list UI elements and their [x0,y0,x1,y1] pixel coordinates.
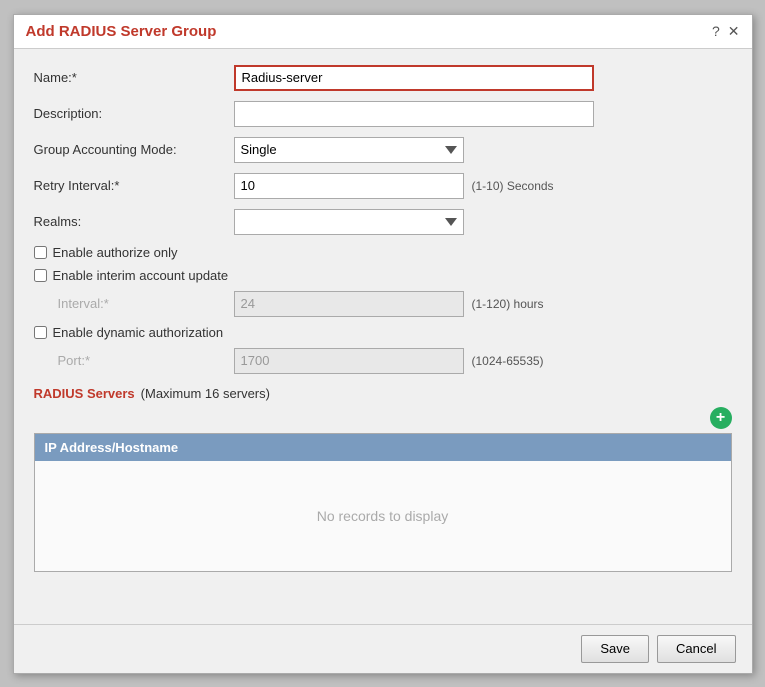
interval-hint: (1-120) hours [472,297,544,311]
dialog-footer: Save Cancel [14,624,752,673]
dialog-titlebar: Add RADIUS Server Group ? ✕ [14,15,752,49]
interval-control-wrap: (1-120) hours [234,291,732,317]
dialog-title: Add RADIUS Server Group [26,23,217,40]
port-input[interactable] [234,348,464,374]
radius-servers-label: RADIUS Servers [34,386,135,401]
radius-servers-table: IP Address/Hostname No records to displa… [34,433,732,572]
port-row: Port:* (1024-65535) [34,348,732,374]
close-icon[interactable]: ✕ [728,23,740,40]
realms-row: Realms: [34,209,732,235]
group-accounting-control-wrap: Single Multiple [234,137,732,163]
description-input[interactable] [234,101,594,127]
retry-interval-input[interactable] [234,173,464,199]
add-btn-row: + [34,407,732,429]
enable-dynamic-checkbox[interactable] [34,326,47,339]
enable-interim-row: Enable interim account update [34,268,732,283]
enable-authorize-label: Enable authorize only [53,245,178,260]
enable-authorize-checkbox[interactable] [34,246,47,259]
description-label: Description: [34,106,234,121]
retry-interval-label: Retry Interval:* [34,178,234,193]
name-row: Name:* [34,65,732,91]
radius-servers-hint: (Maximum 16 servers) [141,386,270,401]
dialog-body: Name:* Description: Group Accounting Mod… [14,49,752,624]
port-hint: (1024-65535) [472,354,544,368]
group-accounting-label: Group Accounting Mode: [34,142,234,157]
port-label: Port:* [58,353,234,368]
name-control-wrap [234,65,732,91]
interval-label: Interval:* [58,296,234,311]
group-accounting-row: Group Accounting Mode: Single Multiple [34,137,732,163]
add-server-button[interactable]: + [710,407,732,429]
enable-authorize-row: Enable authorize only [34,245,732,260]
retry-interval-hint: (1-10) Seconds [472,179,554,193]
titlebar-controls: ? ✕ [712,23,740,40]
interval-input[interactable] [234,291,464,317]
group-accounting-select[interactable]: Single Multiple [234,137,464,163]
retry-interval-control-wrap: (1-10) Seconds [234,173,732,199]
realms-control-wrap [234,209,732,235]
add-radius-dialog: Add RADIUS Server Group ? ✕ Name:* Descr… [13,14,753,674]
radius-servers-header: RADIUS Servers (Maximum 16 servers) [34,386,732,401]
realms-label: Realms: [34,214,234,229]
cancel-button[interactable]: Cancel [657,635,735,663]
description-control-wrap [234,101,732,127]
help-icon[interactable]: ? [712,23,720,39]
save-button[interactable]: Save [581,635,649,663]
table-header: IP Address/Hostname [35,434,731,461]
table-column-ip: IP Address/Hostname [45,440,179,455]
name-input[interactable] [234,65,594,91]
enable-interim-checkbox[interactable] [34,269,47,282]
port-control-wrap: (1024-65535) [234,348,732,374]
retry-interval-row: Retry Interval:* (1-10) Seconds [34,173,732,199]
name-label: Name:* [34,70,234,85]
table-body: No records to display [35,461,731,571]
realms-select[interactable] [234,209,464,235]
enable-interim-label: Enable interim account update [53,268,229,283]
description-row: Description: [34,101,732,127]
interval-row: Interval:* (1-120) hours [34,291,732,317]
enable-dynamic-row: Enable dynamic authorization [34,325,732,340]
no-records-text: No records to display [317,508,449,524]
enable-dynamic-label: Enable dynamic authorization [53,325,224,340]
